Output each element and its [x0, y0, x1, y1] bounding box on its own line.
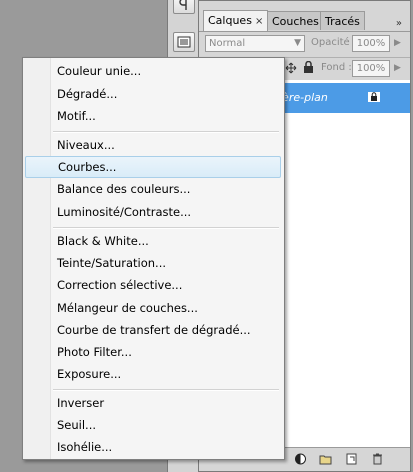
menu-item-seuil[interactable]: Seuil... [25, 414, 281, 436]
tab-traces[interactable]: Tracés [320, 11, 365, 30]
menu-item-exposure[interactable]: Exposure... [25, 363, 281, 385]
layers-panel-button[interactable] [173, 32, 195, 52]
menu-item-isohelie[interactable]: Isohélie... [25, 436, 281, 458]
fill-arrow-icon[interactable]: ▶ [394, 63, 401, 73]
menu-item-melangeur-couches[interactable]: Mélangeur de couches... [25, 297, 281, 319]
opacity-arrow-icon[interactable]: ▶ [394, 38, 401, 48]
opacity-label: Opacité : [311, 37, 357, 48]
lock-icon [368, 92, 380, 102]
layers-icon [177, 36, 191, 48]
menu-item-niveaux[interactable]: Niveaux... [25, 134, 281, 156]
menu-item-photo-filter[interactable]: Photo Filter... [25, 341, 281, 363]
close-icon[interactable]: × [255, 16, 263, 27]
paragraph-button[interactable] [173, 0, 195, 14]
layer-name: ière-plan [279, 91, 328, 104]
menu-item-courbes[interactable]: Courbes... [25, 156, 281, 178]
blend-mode-select[interactable]: Normal ▼ [205, 35, 305, 52]
chevron-down-icon: ▼ [294, 38, 301, 48]
tab-calques-label: Calques [208, 14, 252, 27]
panel-tabbar: Calques × Couches Tracés » [199, 9, 410, 32]
menu-separator [53, 227, 279, 229]
menu-item-degrade[interactable]: Dégradé... [25, 83, 281, 105]
new-layer-icon[interactable] [345, 453, 358, 465]
paragraph-icon [179, 0, 187, 10]
trash-icon[interactable] [371, 453, 384, 465]
tab-couches[interactable]: Couches [267, 11, 324, 30]
menu-item-black-white[interactable]: Black & White... [25, 230, 281, 252]
adjustment-layer-menu: Couleur unie... Dégradé... Motif... Nive… [22, 57, 285, 460]
blend-row: Normal ▼ Opacité : 100% ▶ [199, 32, 410, 56]
opacity-input[interactable]: 100% [352, 35, 390, 52]
menu-separator [53, 131, 279, 133]
fill-label: Fond : [321, 62, 352, 73]
menu-separator [53, 389, 279, 391]
tab-traces-label: Tracés [325, 15, 360, 28]
folder-icon[interactable] [319, 453, 332, 465]
menu-item-correction-selective[interactable]: Correction sélective... [25, 274, 281, 296]
panel-menu-icon[interactable]: » [396, 18, 402, 29]
adjustment-layer-icon[interactable] [294, 453, 307, 465]
menu-item-courbe-transfert-degrade[interactable]: Courbe de transfert de dégradé... [25, 319, 281, 341]
menu-item-inverser[interactable]: Inverser [25, 392, 281, 414]
fill-input[interactable]: 100% [352, 60, 390, 77]
menu-item-luminosite-contraste[interactable]: Luminosité/Contraste... [25, 201, 281, 223]
tab-calques[interactable]: Calques × [203, 10, 269, 31]
menu-item-balance-couleurs[interactable]: Balance des couleurs... [25, 178, 281, 200]
move-lock-icon[interactable] [285, 62, 297, 74]
menu-item-teinte-saturation[interactable]: Teinte/Saturation... [25, 252, 281, 274]
blend-mode-value: Normal [209, 38, 246, 49]
menu-item-couleur-unie[interactable]: Couleur unie... [25, 60, 281, 82]
menu-item-motif[interactable]: Motif... [25, 105, 281, 127]
tab-couches-label: Couches [272, 15, 319, 28]
lock-all-icon[interactable] [303, 61, 314, 74]
